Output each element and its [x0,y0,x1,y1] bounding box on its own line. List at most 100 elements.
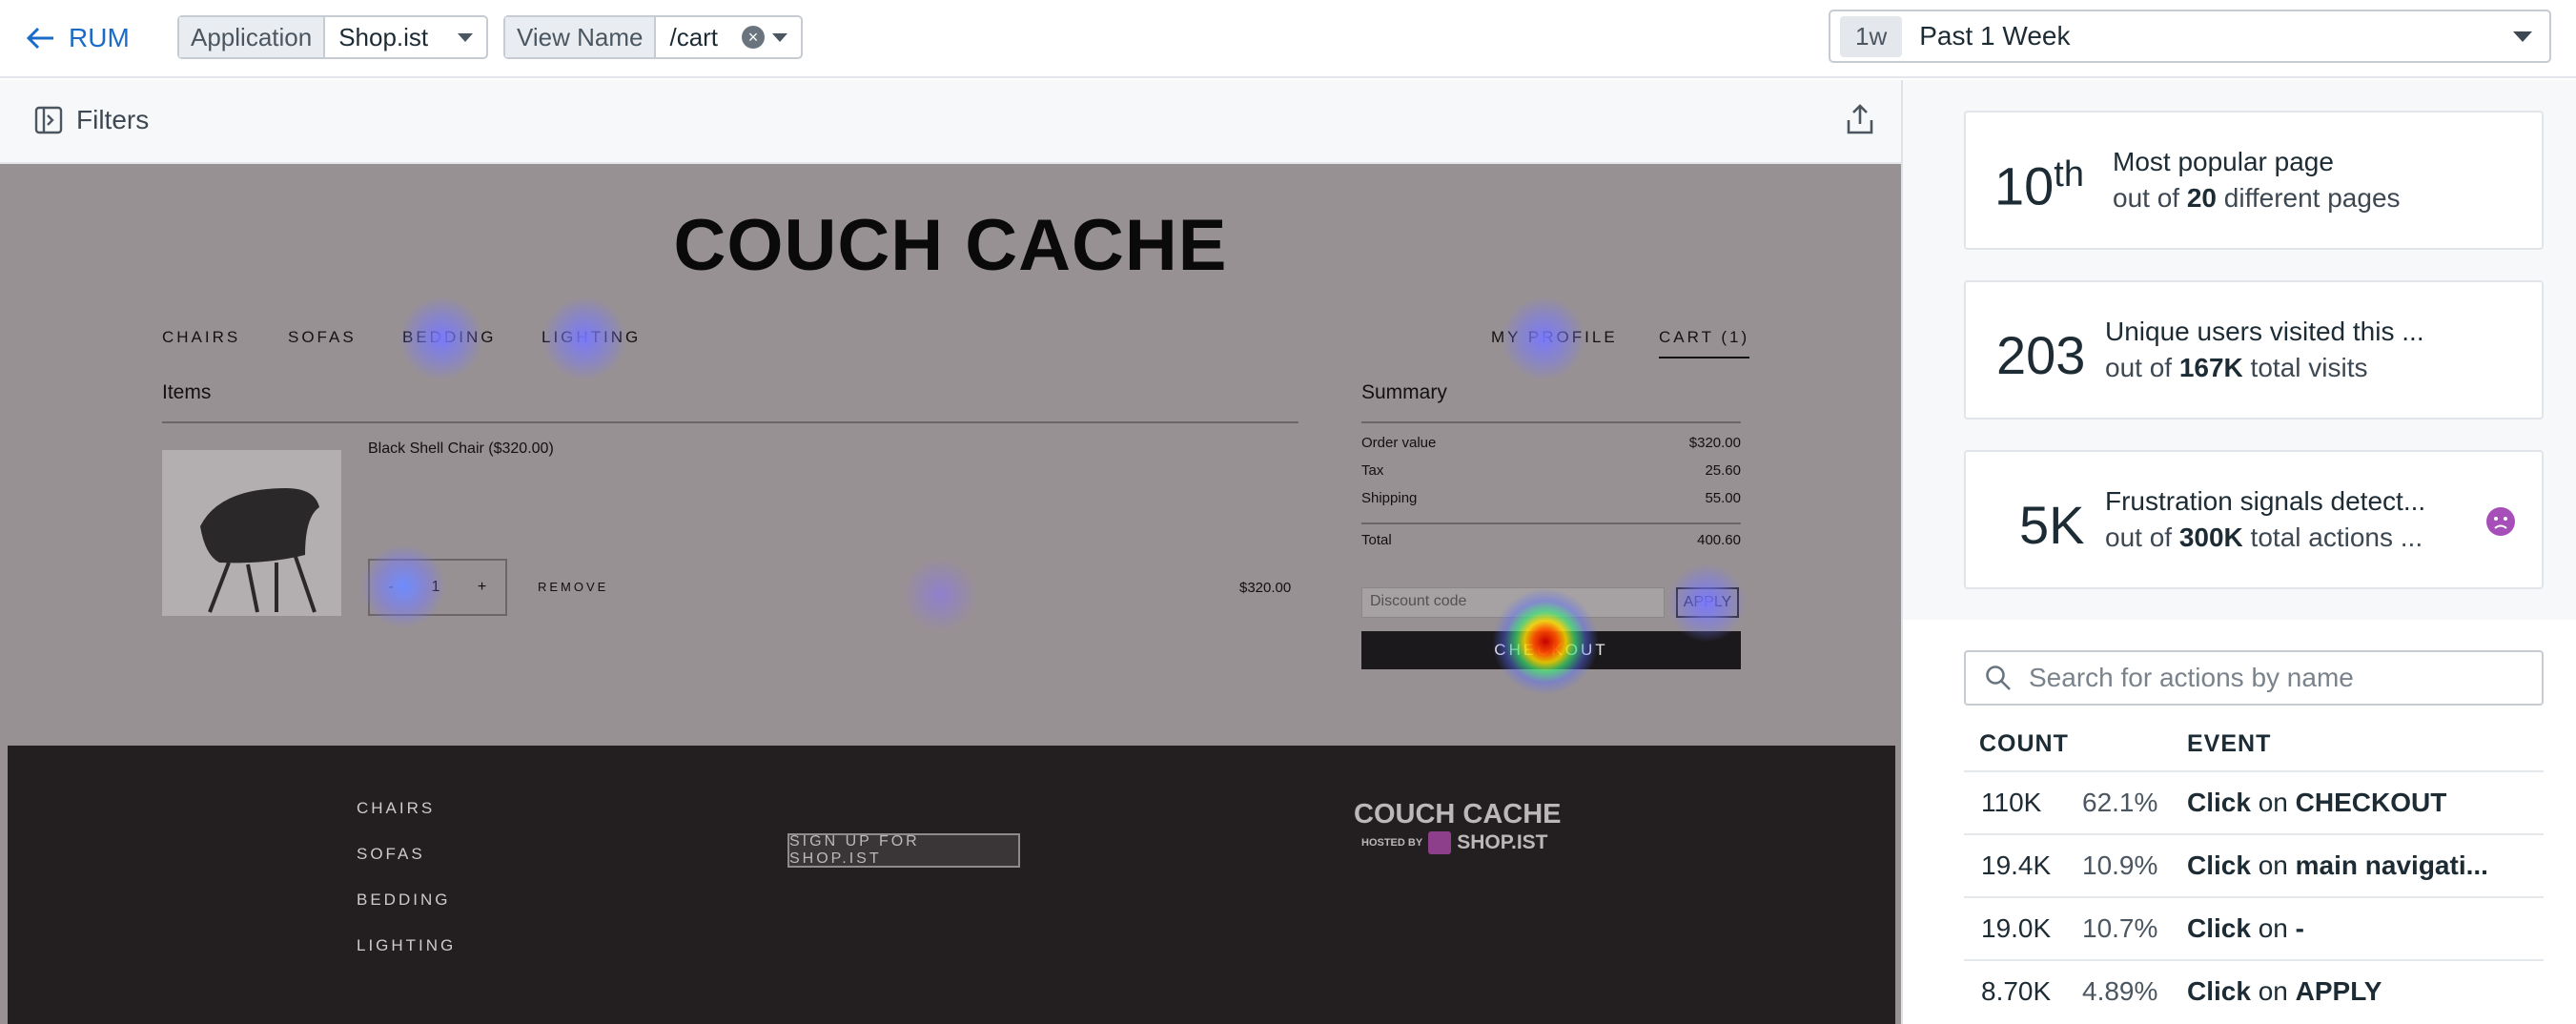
action-count: 19.4K [1981,850,2052,880]
nav-my-profile[interactable]: MY PROFILE [1491,328,1618,347]
action-target: APPLY [2295,976,2382,1006]
nav-sofas[interactable]: SOFAS [288,328,357,347]
frustration-card: 5K Frustration signals detect... out of … [1964,450,2544,589]
heat-blob [902,557,978,633]
footer-link-chairs[interactable]: CHAIRS [357,799,435,818]
application-key: Application [179,17,326,57]
chevron-down-icon [2513,31,2532,42]
subtitle-post: total actions ... [2242,522,2423,552]
footer-link-sofas[interactable]: SOFAS [357,845,425,864]
subtitle-bold: 167K [2178,353,2243,382]
subtitle-pre: out of [2113,183,2187,213]
line-price: $320.00 [1239,580,1292,596]
quantity-stepper[interactable]: - 1 + [368,559,507,616]
summary-label: Tax [1361,462,1384,479]
search-icon [1986,666,2011,690]
hosted-by: HOSTED BY SHOP.IST [1361,831,1548,854]
apply-button[interactable]: APPLY [1676,587,1739,618]
rank-suffix: th [2054,154,2084,195]
summary-label: Order value [1361,435,1437,451]
frustration-face-icon [2486,507,2515,536]
action-type: Click [2187,850,2251,880]
top-bar: RUM Application Shop.ist View Name /cart… [0,0,2576,78]
unique-users-value: 203 [1996,325,2086,385]
view-name-key: View Name [505,17,657,57]
nav-chairs[interactable]: CHAIRS [162,328,240,347]
nav-bedding[interactable]: BEDDING [402,328,496,347]
action-count: 19.0K [1981,913,2052,943]
subtitle-bold: 300K [2178,522,2243,552]
card-title: Most popular page [2113,147,2334,176]
divider [1361,522,1741,524]
action-type: Click [2187,976,2251,1006]
popularity-rank: 10th [1994,154,2084,217]
qty-minus-button[interactable]: - [389,579,394,596]
footer-link-bedding[interactable]: BEDDING [357,891,450,910]
back-to-rum-link[interactable]: RUM [27,17,130,59]
signup-button[interactable]: SIGN UP FOR SHOP.IST [787,833,1020,868]
action-type: Click [2187,913,2251,943]
share-icon[interactable] [1846,103,1874,135]
action-event: Click on main navigati... [2187,850,2488,881]
column-header-count[interactable]: COUNT [1979,730,2069,758]
application-value: Shop.ist [338,22,429,51]
checkout-button[interactable]: CHECKOUT [1361,631,1741,669]
popularity-card: 10th Most popular page out of 20 differe… [1964,111,2544,250]
subtitle-post: different pages [2217,183,2401,213]
filters-label: Filters [76,105,150,134]
actions-search-input[interactable]: Search for actions by name [1964,650,2544,706]
qty-plus-button[interactable]: + [478,579,486,596]
chevron-down-icon [772,32,787,42]
action-percent: 4.89% [2082,976,2158,1006]
column-header-event[interactable]: EVENT [2187,730,2271,758]
shop-footer: CHAIRS SOFAS BEDDING LIGHTING SIGN UP FO… [8,746,1895,1024]
product-title: Black Shell Chair [368,440,484,457]
remove-button[interactable]: REMOVE [538,580,608,594]
summary-row: Shipping 55.00 [1361,490,1741,506]
action-on: on [2258,850,2288,880]
summary-label: Shipping [1361,490,1418,506]
discount-code-input[interactable]: Discount code [1361,587,1665,618]
total-label: Total [1361,532,1392,548]
time-badge: 1w [1840,15,1903,57]
action-on: on [2258,913,2288,943]
hosted-brand: SHOP.IST [1457,831,1548,853]
application-selector[interactable]: Application Shop.ist [177,15,488,59]
view-name-selector[interactable]: View Name /cart × [503,15,803,59]
filters-bar: Filters [0,80,1901,164]
summary-value: 55.00 [1705,490,1741,506]
action-target: CHECKOUT [2295,788,2447,817]
action-row[interactable]: 110K 62.1% Click on CHECKOUT [1964,770,2544,833]
card-subtitle: out of 167K total visits [2105,353,2367,383]
action-percent: 10.9% [2082,850,2158,880]
action-count: 8.70K [1981,976,2052,1006]
view-name-value: /cart [669,22,719,51]
filters-toggle[interactable]: Filters [34,105,149,135]
time-range-selector[interactable]: 1w Past 1 Week [1829,10,2551,63]
unique-users-card: 203 Unique users visited this ... out of… [1964,280,2544,420]
nav-cart[interactable]: CART (1) [1659,328,1750,358]
summary-value: $320.00 [1688,435,1741,451]
action-row[interactable]: 19.4K 10.9% Click on main navigati... [1964,833,2544,896]
summary-heading: Summary [1361,381,1447,403]
action-event: Click on CHECKOUT [2187,788,2446,818]
action-type: Click [2187,788,2251,817]
insights-panel: 10th Most popular page out of 20 differe… [1901,80,2576,1024]
total-value: 400.60 [1697,532,1741,548]
heatmap-view: COUCH CACHE CHAIRS SOFAS BEDDING LIGHTIN… [0,164,1901,1024]
product-name: Black Shell Chair ($320.00) [368,440,554,458]
action-row[interactable]: 19.0K 10.7% Click on - [1964,896,2544,959]
nav-lighting[interactable]: LIGHTING [542,328,641,347]
subtitle-bold: 20 [2186,183,2217,213]
action-row[interactable]: 8.70K 4.89% Click on APPLY [1964,959,2544,1022]
action-event: Click on APPLY [2187,976,2382,1007]
action-percent: 62.1% [2082,788,2158,817]
chevron-down-icon [458,32,473,42]
action-on: on [2258,976,2288,1006]
summary-value: 25.60 [1705,462,1741,479]
search-placeholder: Search for actions by name [2029,663,2354,692]
footer-link-lighting[interactable]: LIGHTING [357,936,456,955]
shopping-bag-icon [1428,831,1452,854]
clear-icon[interactable]: × [742,26,765,49]
product-image [162,450,341,616]
